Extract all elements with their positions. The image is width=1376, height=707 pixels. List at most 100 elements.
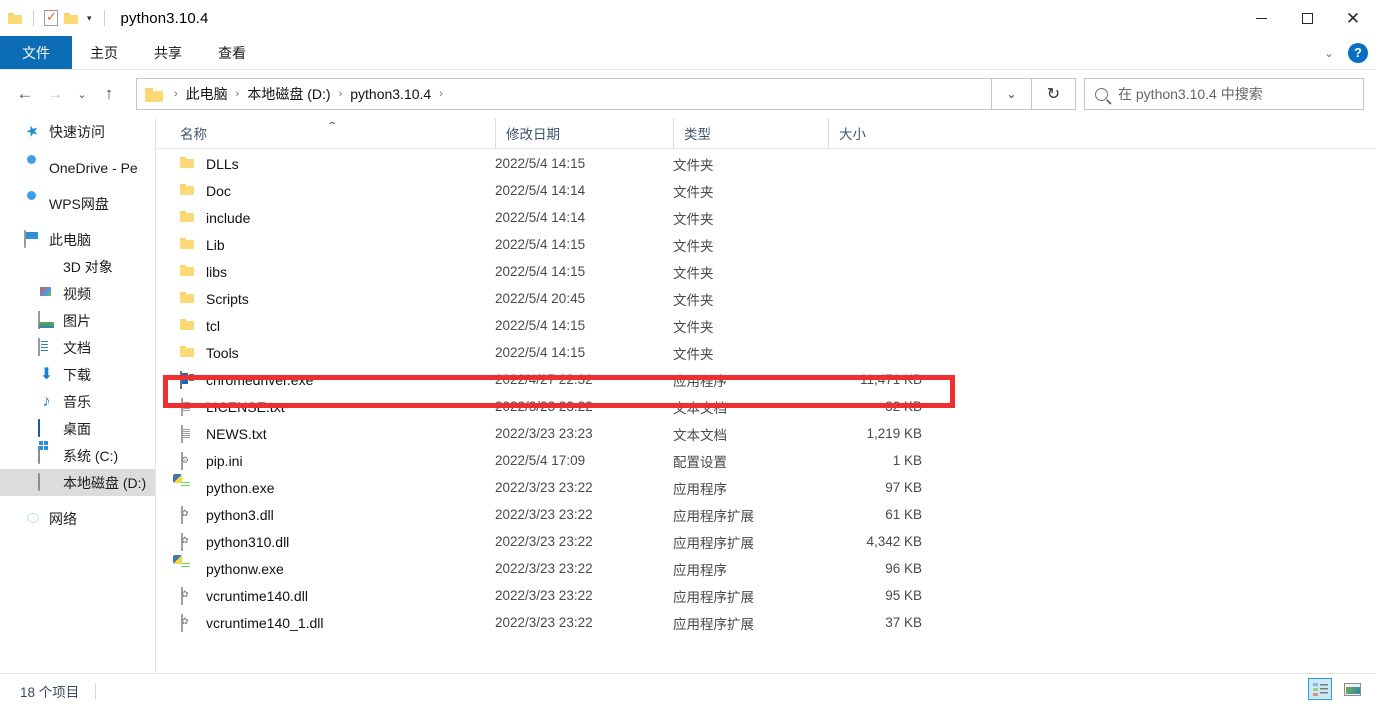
column-header-date[interactable]: 修改日期 xyxy=(495,118,673,148)
file-row[interactable]: tcl 2022/5/4 14:15 文件夹 xyxy=(156,312,1376,339)
tab-share[interactable]: 共享 xyxy=(136,36,200,69)
sidebar-item-1[interactable]: OneDrive - Pe xyxy=(0,154,155,181)
sidebar-item-4[interactable]: 3D 对象 xyxy=(0,253,155,280)
downloads-icon: ⬇ xyxy=(39,366,54,383)
breadcrumb-local-disk-d[interactable]: 本地磁盘 (D:) xyxy=(243,84,334,104)
file-row[interactable]: LICENSE.txt 2022/3/23 23:22 文本文档 32 KB xyxy=(156,393,1376,420)
file-row[interactable]: chromedriver.exe 2022/4/27 22:32 应用程序 11,47… xyxy=(156,366,1376,393)
file-row[interactable]: Scripts 2022/5/4 20:45 文件夹 xyxy=(156,285,1376,312)
file-type-cell: 文件夹 xyxy=(673,292,714,308)
expand-ribbon-icon[interactable]: ⌄ xyxy=(1324,46,1334,60)
file-row[interactable]: python3.dll 2022/3/23 23:22 应用程序扩展 61 KB xyxy=(156,501,1376,528)
sidebar-item-9[interactable]: ♪ 音乐 xyxy=(0,388,155,415)
file-name-cell[interactable]: vcruntime140.dll xyxy=(180,586,308,605)
file-type-cell: 文件夹 xyxy=(673,211,714,227)
file-name-text: LICENSE.txt xyxy=(206,398,285,415)
file-list[interactable]: DLLs 2022/5/4 14:15 文件夹 Doc 2022/5/4 14:14 文件… xyxy=(156,150,1376,670)
file-name-cell[interactable]: python310.dll xyxy=(180,532,289,551)
tab-view[interactable]: 查看 xyxy=(200,36,264,69)
up-button[interactable]: ↑ xyxy=(94,79,124,109)
file-name-cell[interactable]: pythonw.exe xyxy=(180,561,284,577)
file-name-cell[interactable]: Tools xyxy=(180,345,239,361)
sidebar-item-2[interactable]: WPS网盘 xyxy=(0,190,155,217)
breadcrumb-this-pc[interactable]: 此电脑 xyxy=(182,84,232,104)
file-date-cell: 2022/3/23 23:22 xyxy=(495,561,593,576)
column-header-type[interactable]: 类型 xyxy=(673,118,828,148)
details-view-button[interactable] xyxy=(1308,678,1332,700)
close-button[interactable]: ✕ xyxy=(1330,0,1376,36)
file-name-text: DLLs xyxy=(206,155,239,172)
file-size-cell: 61 KB xyxy=(885,507,922,522)
breadcrumb-separator-3[interactable]: › xyxy=(435,88,447,100)
this-pc-icon xyxy=(24,230,41,248)
file-name-cell[interactable]: chromedriver.exe xyxy=(180,370,313,389)
file-name-cell[interactable]: LICENSE.txt xyxy=(180,397,285,416)
file-row[interactable]: include 2022/5/4 14:14 文件夹 xyxy=(156,204,1376,231)
sidebar-item-5[interactable]: 视频 xyxy=(0,280,155,307)
file-row[interactable]: python.exe 2022/3/23 23:22 应用程序 97 KB xyxy=(156,474,1376,501)
folder-icon[interactable] xyxy=(8,12,23,24)
sidebar-item-13[interactable]: 网络 xyxy=(0,505,155,532)
search-box[interactable]: 在 python3.10.4 中搜索 xyxy=(1084,78,1364,110)
sidebar-item-3[interactable]: 此电脑 xyxy=(0,226,155,253)
file-row[interactable]: libs 2022/5/4 14:15 文件夹 xyxy=(156,258,1376,285)
file-date-cell: 2022/3/23 23:22 xyxy=(495,534,593,549)
refresh-icon[interactable]: ↻ xyxy=(1032,78,1076,110)
tab-home[interactable]: 主页 xyxy=(72,36,136,69)
file-name-cell[interactable]: vcruntime140_1.dll xyxy=(180,613,324,632)
tab-file[interactable]: 文件 xyxy=(0,36,72,69)
file-name-cell[interactable]: DLLs xyxy=(180,156,239,172)
file-name-text: Doc xyxy=(206,182,231,199)
file-row[interactable]: pip.ini 2022/5/4 17:09 配置设置 1 KB xyxy=(156,447,1376,474)
sidebar-item-12[interactable]: 本地磁盘 (D:) xyxy=(0,469,155,496)
file-row[interactable]: pythonw.exe 2022/3/23 23:22 应用程序 96 KB xyxy=(156,555,1376,582)
file-row[interactable]: vcruntime140.dll 2022/3/23 23:22 应用程序扩展 95 … xyxy=(156,582,1376,609)
file-name-cell[interactable]: tcl xyxy=(180,318,220,334)
star-icon: ★ xyxy=(23,121,42,142)
new-folder-icon[interactable] xyxy=(64,12,79,24)
file-date-cell: 2022/5/4 14:15 xyxy=(495,237,586,252)
file-row[interactable]: NEWS.txt 2022/3/23 23:23 文本文档 1,219 KB xyxy=(156,420,1376,447)
file-name-cell[interactable]: python3.dll xyxy=(180,505,274,524)
file-row[interactable]: python310.dll 2022/3/23 23:22 应用程序扩展 4,342 … xyxy=(156,528,1376,555)
sidebar-item-11[interactable]: 系统 (C:) xyxy=(0,442,155,469)
file-row[interactable]: DLLs 2022/5/4 14:15 文件夹 xyxy=(156,150,1376,177)
help-icon[interactable]: ? xyxy=(1348,42,1368,63)
file-name-cell[interactable]: Scripts xyxy=(180,291,249,307)
file-name-cell[interactable]: NEWS.txt xyxy=(180,424,267,443)
recent-locations-button[interactable]: ⌄ xyxy=(70,79,94,109)
address-dropdown-icon[interactable]: ⌄ xyxy=(992,78,1032,110)
file-row[interactable]: vcruntime140_1.dll 2022/3/23 23:22 应用程序扩展 3… xyxy=(156,609,1376,636)
minimize-button[interactable] xyxy=(1238,0,1284,36)
sidebar-item-8[interactable]: ⬇ 下载 xyxy=(0,361,155,388)
sidebar-item-6[interactable]: 图片 xyxy=(0,307,155,334)
sidebar-item-7[interactable]: 文档 xyxy=(0,334,155,361)
forward-button[interactable]: → xyxy=(40,79,70,109)
window-controls: ✕ xyxy=(1238,0,1376,36)
file-name-cell[interactable]: include xyxy=(180,210,250,226)
column-header-size[interactable]: 大小 xyxy=(828,118,928,148)
file-row[interactable]: Lib 2022/5/4 14:15 文件夹 xyxy=(156,231,1376,258)
address-bar[interactable]: › 此电脑 › 本地磁盘 (D:) › python3.10.4 › xyxy=(136,78,992,110)
file-name-cell[interactable]: python.exe xyxy=(180,480,275,496)
sidebar-item-0[interactable]: ★ 快速访问 xyxy=(0,118,155,145)
breadcrumb-python-folder[interactable]: python3.10.4 xyxy=(346,86,435,102)
back-button[interactable]: ← xyxy=(10,79,40,109)
file-date-cell: 2022/4/27 22:32 xyxy=(495,372,593,387)
folder-icon xyxy=(180,156,196,172)
file-row[interactable]: Tools 2022/5/4 14:15 文件夹 xyxy=(156,339,1376,366)
file-name-cell[interactable]: pip.ini xyxy=(180,451,243,470)
file-name-cell[interactable]: Lib xyxy=(180,237,225,253)
qat-divider-2 xyxy=(103,10,105,26)
folder-icon xyxy=(180,345,196,361)
customize-caret-icon[interactable]: ▾ xyxy=(85,13,94,23)
sidebar-item-10[interactable]: 桌面 xyxy=(0,415,155,442)
sidebar-item-label: 此电脑 xyxy=(49,231,91,248)
file-name-cell[interactable]: libs xyxy=(180,264,227,280)
large-icons-view-button[interactable] xyxy=(1340,678,1364,700)
file-row[interactable]: Doc 2022/5/4 14:14 文件夹 xyxy=(156,177,1376,204)
file-size-cell: 96 KB xyxy=(885,561,922,576)
maximize-button[interactable] xyxy=(1284,0,1330,36)
properties-icon[interactable] xyxy=(44,9,58,26)
file-name-cell[interactable]: Doc xyxy=(180,183,231,199)
